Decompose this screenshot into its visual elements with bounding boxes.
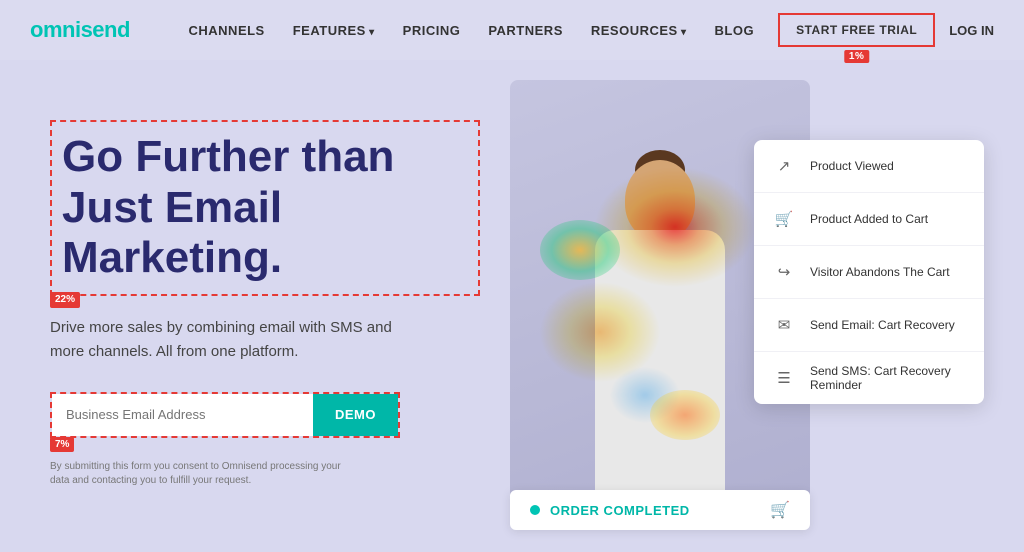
email-icon: ✉ [770,311,798,339]
workflow-item-3: ↪ Visitor Abandons The Cart [754,246,984,299]
nav-links: CHANNELS FEATURES PRICING PARTNERS RESOU… [189,23,755,38]
nav-partners[interactable]: PARTNERS [488,23,563,38]
logo-text-start: omni [30,17,81,42]
hero-left: Go Further than Just Email Marketing. 22… [50,100,480,488]
workflow-item-4: ✉ Send Email: Cart Recovery [754,299,984,352]
order-completed-bar: ORDER COMPLETED 🛒 [510,490,810,530]
workflow-label-5: Send SMS: Cart Recovery Reminder [810,364,968,392]
order-cart-icon: 🛒 [770,500,790,520]
heading-badge: 22% [50,292,80,308]
abandon-cart-icon: ↪ [770,258,798,286]
trial-button-label: START FREE TRIAL [796,23,917,37]
hero-heading-box: Go Further than Just Email Marketing. 22… [50,120,480,296]
nav-features[interactable]: FEATURES [293,23,375,38]
navbar: omnisend CHANNELS FEATURES PRICING PARTN… [0,0,1024,60]
nav-resources[interactable]: RESOURCES [591,23,687,38]
workflow-item-1: ↗ Product Viewed [754,140,984,193]
hero-subtext: Drive more sales by combining email with… [50,316,430,364]
logo-text-highlight: send [81,17,130,42]
demo-button[interactable]: DEMO [313,394,398,436]
nav-channels[interactable]: CHANNELS [189,23,265,38]
nav-pricing[interactable]: PRICING [403,23,461,38]
logo[interactable]: omnisend [30,17,130,43]
form-badge: 7% [50,437,74,452]
order-label: ORDER COMPLETED [550,503,690,518]
hero-section: Go Further than Just Email Marketing. 22… [0,60,1024,552]
cart-add-icon: 🛒 [770,205,798,233]
person-body [595,230,725,500]
person-head [625,160,695,240]
cursor-icon: ↗ [770,152,798,180]
hero-heading-text: Go Further than Just Email Marketing. [62,132,394,282]
login-button[interactable]: LOG IN [949,23,994,38]
order-dot [530,505,540,515]
workflow-label-2: Product Added to Cart [810,212,928,226]
sms-icon: ☰ [770,364,798,392]
workflow-label-1: Product Viewed [810,159,894,173]
workflow-item-5: ☰ Send SMS: Cart Recovery Reminder [754,352,984,404]
nav-actions: START FREE TRIAL 1% LOG IN [778,13,994,47]
trial-badge: 1% [844,50,869,63]
email-input[interactable] [52,394,313,436]
nav-blog[interactable]: BLOG [715,23,755,38]
workflow-item-2: 🛒 Product Added to Cart [754,193,984,246]
person-silhouette [550,140,770,500]
hero-form: DEMO 7% [50,392,400,438]
workflow-panel: ↗ Product Viewed 🛒 Product Added to Cart… [754,140,984,404]
form-consent-note: By submitting this form you consent to O… [50,460,350,488]
workflow-label-4: Send Email: Cart Recovery [810,318,955,332]
start-trial-button[interactable]: START FREE TRIAL 1% [778,13,935,47]
hero-right: ↗ Product Viewed 🛒 Product Added to Cart… [480,100,974,550]
workflow-label-3: Visitor Abandons The Cart [810,265,950,279]
